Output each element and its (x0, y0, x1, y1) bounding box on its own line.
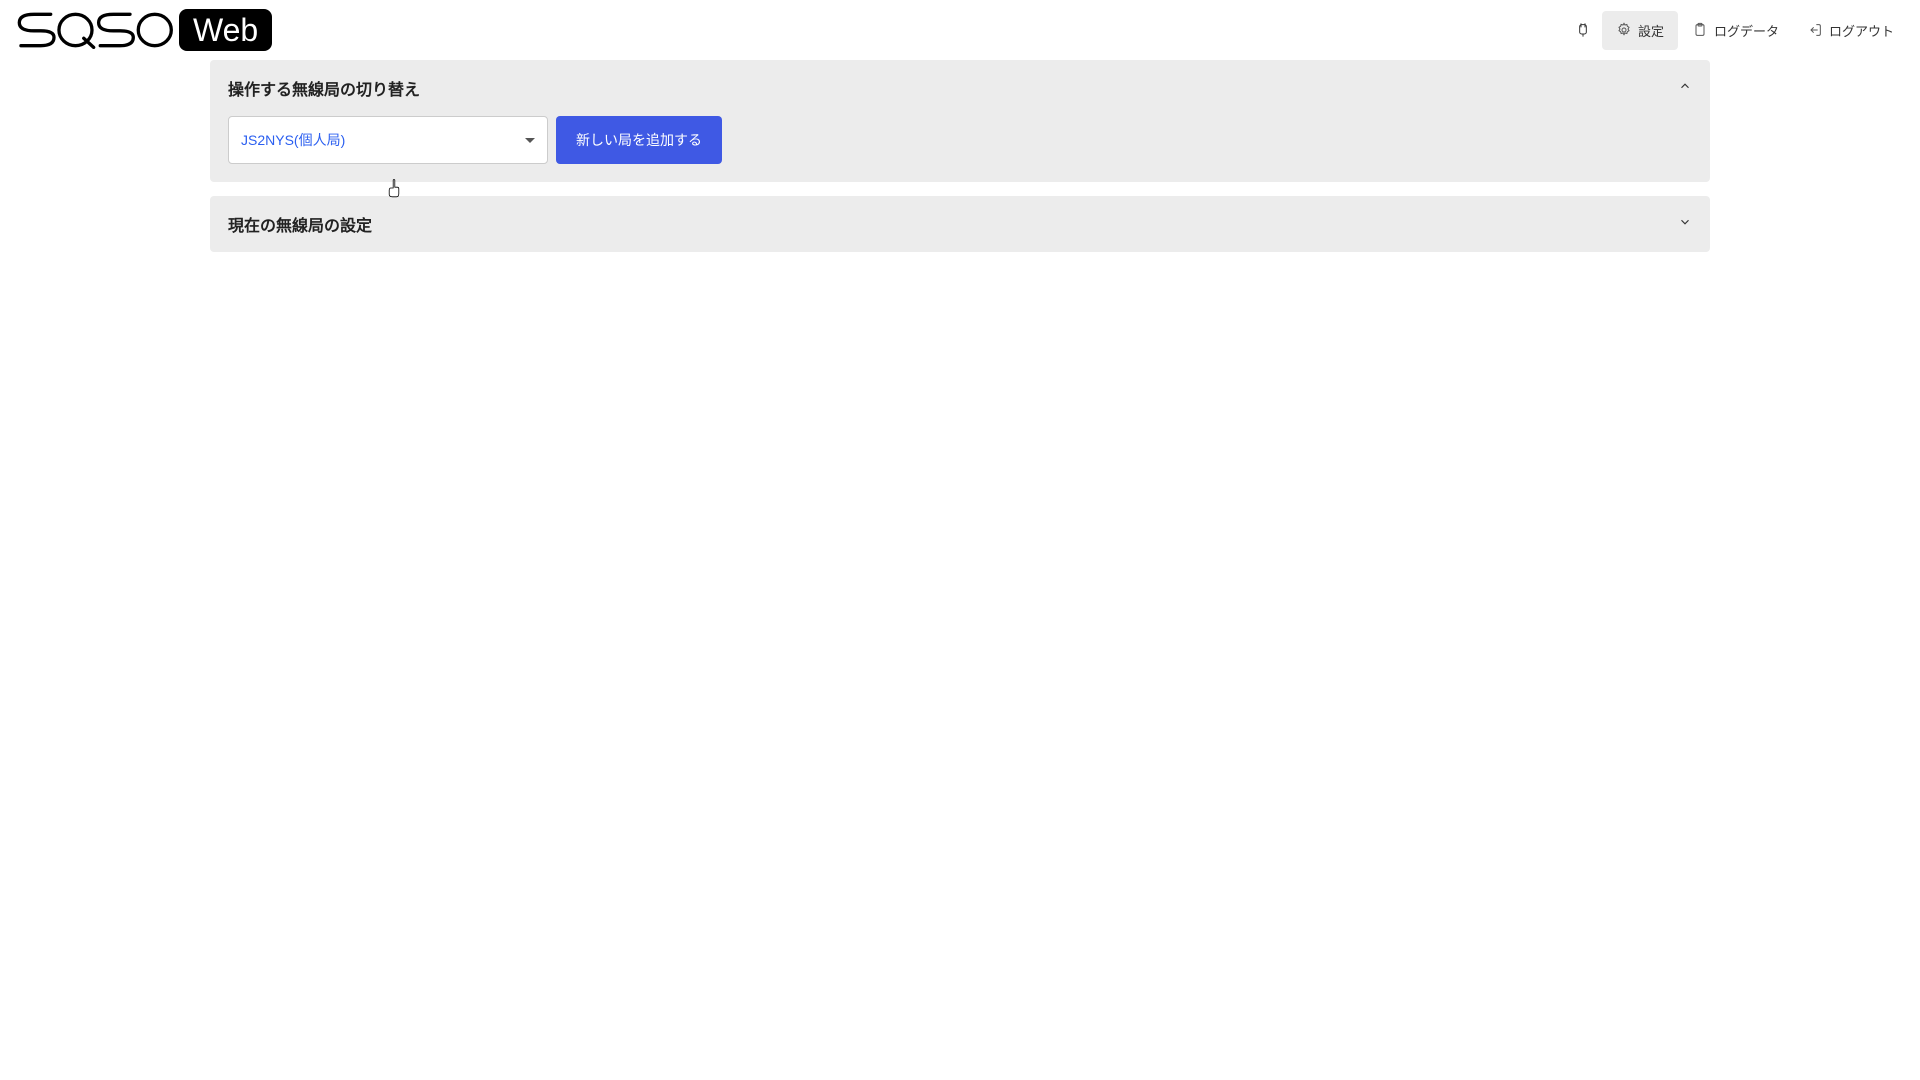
add-station-button[interactable]: 新しい局を追加する (556, 116, 722, 164)
plug-icon[interactable] (1574, 21, 1592, 39)
main-content: 操作する無線局の切り替え JS2NYS(個人局) 新しい局を追加する 現在の無線… (0, 60, 1920, 252)
logo-sqso-text (16, 11, 173, 49)
panel-station-switch: 操作する無線局の切り替え JS2NYS(個人局) 新しい局を追加する (210, 60, 1710, 182)
logout-icon (1807, 22, 1823, 38)
panel-station-settings: 現在の無線局の設定 (210, 196, 1710, 252)
chevron-up-icon (1678, 79, 1692, 98)
gear-icon (1616, 22, 1632, 38)
nav-settings[interactable]: 設定 (1602, 11, 1678, 50)
caret-down-icon (525, 138, 535, 143)
nav-settings-label: 設定 (1638, 21, 1664, 40)
nav-logdata-label: ログデータ (1714, 21, 1779, 40)
nav-logdata[interactable]: ログデータ (1678, 11, 1793, 50)
header: Web 設定 ログデータ ログアウト (0, 0, 1920, 60)
panel-station-settings-header[interactable]: 現在の無線局の設定 (210, 196, 1710, 252)
nav-logout[interactable]: ログアウト (1793, 11, 1908, 50)
panel-station-switch-body: JS2NYS(個人局) 新しい局を追加する (210, 116, 1710, 182)
nav-logout-label: ログアウト (1829, 21, 1894, 40)
header-nav: 設定 ログデータ ログアウト (1574, 11, 1908, 50)
station-select-value: JS2NYS(個人局) (241, 130, 525, 150)
logo-web-text: Web (179, 9, 272, 51)
chevron-down-icon (1678, 215, 1692, 234)
station-select[interactable]: JS2NYS(個人局) (228, 116, 548, 164)
panel-station-switch-header[interactable]: 操作する無線局の切り替え (210, 60, 1710, 116)
panel-station-settings-title: 現在の無線局の設定 (228, 212, 372, 236)
panel-station-switch-title: 操作する無線局の切り替え (228, 76, 420, 100)
logo[interactable]: Web (16, 6, 272, 54)
clipboard-icon (1692, 22, 1708, 38)
